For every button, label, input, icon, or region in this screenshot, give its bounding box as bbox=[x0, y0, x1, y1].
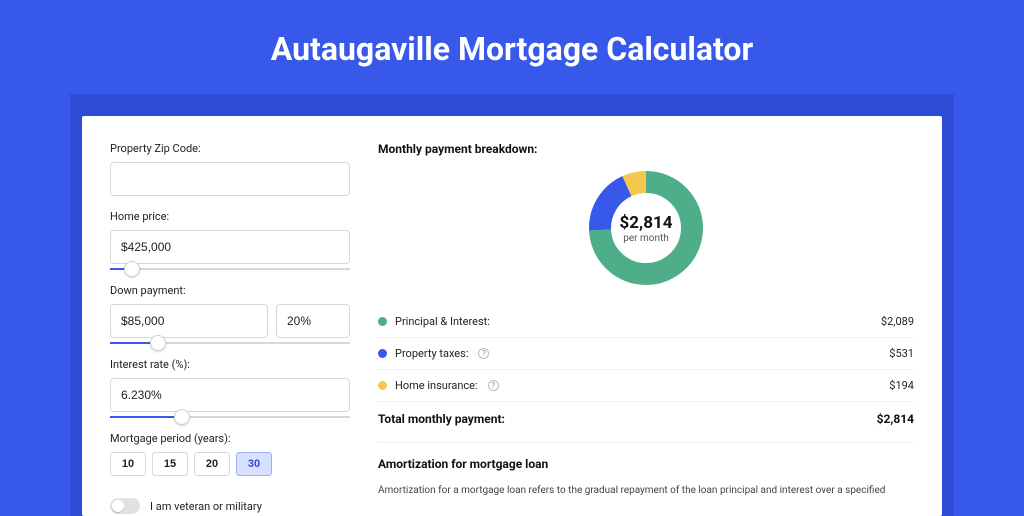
amortization-section: Amortization for mortgage loan Amortizat… bbox=[378, 442, 914, 498]
slider-fill bbox=[110, 416, 182, 418]
home-price-input[interactable] bbox=[110, 230, 350, 264]
period-group: Mortgage period (years): 10 15 20 30 bbox=[110, 432, 350, 476]
breakdown-column: Monthly payment breakdown: $2,814 per mo… bbox=[378, 142, 914, 516]
info-icon[interactable]: ? bbox=[488, 380, 499, 391]
zip-label: Property Zip Code: bbox=[110, 142, 350, 155]
legend-label: Property taxes: bbox=[395, 347, 468, 360]
zip-field-group: Property Zip Code: bbox=[110, 142, 350, 196]
amortization-text: Amortization for a mortgage loan refers … bbox=[378, 483, 914, 498]
total-value: $2,814 bbox=[877, 412, 914, 426]
period-10-button[interactable]: 10 bbox=[110, 452, 146, 476]
amortization-title: Amortization for mortgage loan bbox=[378, 457, 914, 471]
slider-thumb[interactable] bbox=[150, 335, 166, 351]
info-icon[interactable]: ? bbox=[478, 348, 489, 359]
legend-row-insurance: Home insurance: ? $194 bbox=[378, 370, 914, 402]
slider-thumb[interactable] bbox=[124, 261, 140, 277]
period-15-button[interactable]: 15 bbox=[152, 452, 188, 476]
down-payment-slider[interactable] bbox=[110, 342, 350, 344]
period-30-button[interactable]: 30 bbox=[236, 452, 272, 476]
period-buttons: 10 15 20 30 bbox=[110, 452, 350, 476]
legend-value: $2,089 bbox=[881, 315, 914, 328]
home-price-label: Home price: bbox=[110, 210, 350, 223]
down-payment-label: Down payment: bbox=[110, 284, 350, 297]
home-price-slider[interactable] bbox=[110, 268, 350, 270]
veteran-label: I am veteran or military bbox=[150, 500, 262, 513]
dot-icon bbox=[378, 381, 387, 390]
legend-label: Principal & Interest: bbox=[395, 315, 490, 328]
period-20-button[interactable]: 20 bbox=[194, 452, 230, 476]
donut-chart-wrap: $2,814 per month bbox=[378, 168, 914, 288]
donut-center: $2,814 per month bbox=[586, 168, 706, 288]
legend-label: Home insurance: bbox=[395, 379, 478, 392]
dot-icon bbox=[378, 317, 387, 326]
legend-value: $531 bbox=[889, 347, 914, 360]
inputs-column: Property Zip Code: Home price: Down paym… bbox=[110, 142, 350, 516]
interest-group: Interest rate (%): bbox=[110, 358, 350, 418]
donut-chart: $2,814 per month bbox=[586, 168, 706, 288]
page-title: Autaugaville Mortgage Calculator bbox=[0, 0, 1024, 94]
total-label: Total monthly payment: bbox=[378, 412, 505, 426]
interest-input[interactable] bbox=[110, 378, 350, 412]
dot-icon bbox=[378, 349, 387, 358]
interest-slider[interactable] bbox=[110, 416, 350, 418]
zip-input[interactable] bbox=[110, 162, 350, 196]
interest-label: Interest rate (%): bbox=[110, 358, 350, 371]
home-price-group: Home price: bbox=[110, 210, 350, 270]
outer-panel: Property Zip Code: Home price: Down paym… bbox=[70, 94, 954, 516]
slider-thumb[interactable] bbox=[174, 409, 190, 425]
breakdown-title: Monthly payment breakdown: bbox=[378, 142, 914, 156]
legend-value: $194 bbox=[889, 379, 914, 392]
period-label: Mortgage period (years): bbox=[110, 432, 350, 445]
donut-amount: $2,814 bbox=[620, 213, 673, 233]
down-payment-group: Down payment: bbox=[110, 284, 350, 344]
down-payment-pct-input[interactable] bbox=[276, 304, 350, 338]
legend-row-principal: Principal & Interest: $2,089 bbox=[378, 306, 914, 338]
total-row: Total monthly payment: $2,814 bbox=[378, 402, 914, 442]
toggle-knob bbox=[112, 500, 124, 512]
donut-sublabel: per month bbox=[623, 233, 669, 244]
legend-row-taxes: Property taxes: ? $531 bbox=[378, 338, 914, 370]
calculator-card: Property Zip Code: Home price: Down paym… bbox=[82, 116, 942, 516]
down-payment-input[interactable] bbox=[110, 304, 268, 338]
